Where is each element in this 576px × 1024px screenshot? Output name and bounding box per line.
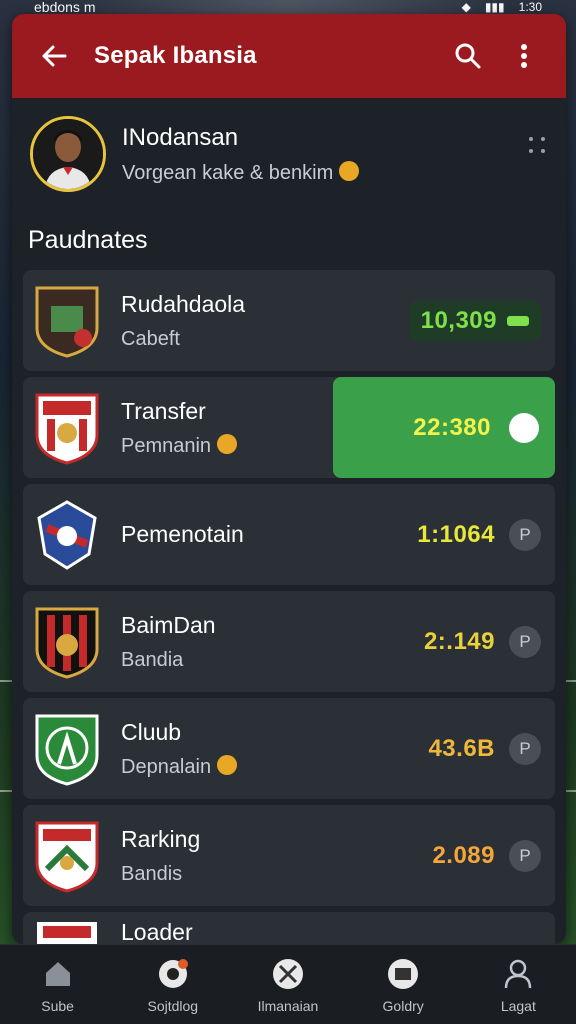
section-title: Paudnates	[28, 226, 148, 254]
search-icon[interactable]	[448, 36, 488, 76]
status-bar: ebdons m ◆ ▮▮▮ 1:30	[0, 0, 576, 14]
football-icon	[270, 956, 306, 992]
nav-item-ball[interactable]: Sojtdlog	[115, 956, 230, 1014]
list-item[interactable]: Loader	[23, 912, 555, 944]
nav-label: Sojtdlog	[147, 997, 199, 1014]
back-arrow-icon[interactable]	[34, 36, 74, 76]
signal-icon: ▮▮▮	[484, 0, 505, 14]
page-title: Sepak Ibansia	[94, 42, 257, 69]
nav-label: Ilmanaian	[257, 997, 319, 1014]
nav-item-tv[interactable]: Goldry	[346, 956, 461, 1014]
item-subtitle: Cabeft	[121, 327, 180, 350]
item-title: Pemenotain	[121, 521, 244, 547]
status-carrier: ebdons m	[34, 0, 96, 14]
bottom-navigation: Sube Sojtdlog Ilmanaian Goldry Lagat	[0, 944, 576, 1024]
item-value: 2.089	[432, 841, 495, 869]
list-item[interactable]: Pemenotain 1:1064 P	[23, 484, 555, 585]
club-crest-icon	[35, 714, 99, 786]
value-pill: 10,309	[408, 300, 541, 341]
club-crest-icon	[35, 393, 99, 465]
home-icon	[40, 956, 76, 992]
nav-item-profile[interactable]: Lagat	[461, 956, 576, 1014]
ball-icon	[155, 956, 191, 992]
item-subtitle: Depnalain	[121, 755, 428, 779]
item-value: 22:380	[413, 413, 491, 441]
smile-emoji-icon	[217, 755, 238, 776]
chip-icon[interactable]: P	[509, 732, 541, 765]
club-crest-icon	[37, 922, 97, 944]
item-value: 43.6B	[428, 734, 495, 762]
battery-icon	[507, 315, 529, 326]
item-value: 2:.149	[423, 627, 495, 655]
chip-icon[interactable]: P	[509, 625, 541, 658]
app-window: Sepak Ibansia INodansan Vorgean kake & b…	[12, 14, 566, 944]
profile-subtitle: Vorgean kake & benkim	[122, 161, 360, 185]
item-value: 10,309	[420, 306, 497, 334]
item-subtitle: Bandia	[121, 648, 184, 671]
smile-emoji-icon	[217, 434, 238, 455]
item-subtitle: Bandis	[121, 862, 183, 885]
list-item[interactable]: Transfer Pemnanin 22:380	[23, 377, 555, 478]
chip-icon[interactable]: P	[509, 839, 541, 872]
active-toggle-panel[interactable]: 22:380	[333, 377, 555, 478]
person-icon	[500, 956, 536, 992]
list-item[interactable]: BaimDan Bandia 2:.149 P	[23, 591, 555, 692]
toggle-knob[interactable]	[509, 412, 539, 443]
nav-label: Lagat	[500, 997, 536, 1014]
item-title: Rudahdaola	[121, 290, 246, 317]
nav-item-football[interactable]: Ilmanaian	[230, 956, 345, 1014]
status-time: 1:30	[518, 0, 542, 14]
more-vert-icon[interactable]	[504, 36, 544, 76]
club-crest-icon	[35, 286, 99, 358]
smile-emoji-icon	[339, 161, 360, 182]
list-item[interactable]: Rudahdaola Cabeft 10,309	[23, 270, 555, 371]
item-title: Rarking	[121, 825, 201, 852]
item-title: Loader	[121, 918, 193, 945]
club-crest-icon	[35, 607, 99, 679]
grid-icon[interactable]	[528, 136, 546, 159]
chip-icon[interactable]: P	[509, 518, 541, 551]
profile-name: INodansan	[122, 123, 239, 151]
nav-label: Goldry	[382, 997, 424, 1014]
item-list: Rudahdaola Cabeft 10,309 Transfer Pemnan…	[12, 270, 566, 944]
list-item[interactable]: Rarking Bandis 2.089 P	[23, 805, 555, 906]
item-value: 1:1064	[417, 520, 495, 548]
nav-item-home[interactable]: Sube	[0, 956, 115, 1014]
wifi-icon: ◆	[461, 0, 471, 14]
list-item[interactable]: Cluub Depnalain 43.6B P	[23, 698, 555, 799]
item-title: BaimDan	[121, 611, 216, 638]
profile-header[interactable]: INodansan Vorgean kake & benkim	[12, 98, 566, 210]
item-title: Cluub	[121, 718, 182, 745]
tv-icon	[385, 956, 421, 992]
avatar	[30, 116, 106, 192]
club-crest-icon	[35, 821, 99, 893]
app-bar: Sepak Ibansia	[12, 14, 566, 98]
club-crest-icon	[37, 499, 97, 570]
nav-label: Sube	[41, 997, 74, 1014]
